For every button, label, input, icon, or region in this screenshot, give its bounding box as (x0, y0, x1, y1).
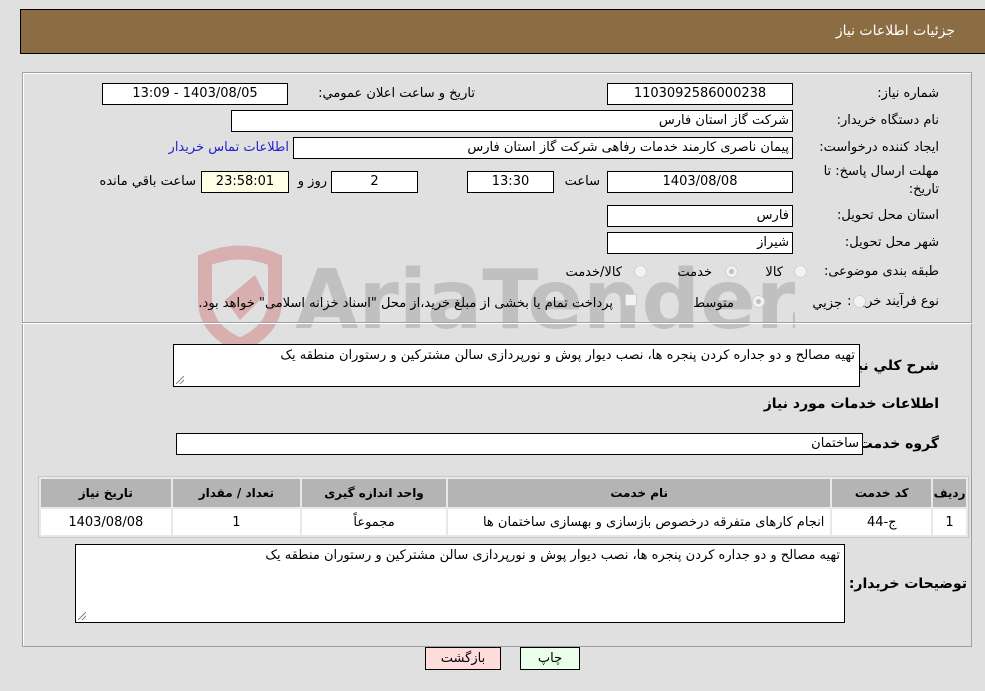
need-number-label: شماره نیاز: (877, 86, 939, 101)
category-radio-goods-service[interactable] (634, 265, 647, 278)
cell-code: ج-44 (832, 509, 932, 535)
purchase-type-radio-medium[interactable] (752, 295, 765, 308)
category-label: طبقه بندی موضوعی: (823, 264, 939, 279)
resize-grip-icon[interactable] (78, 612, 86, 620)
delivery-city-field: شیراز (607, 232, 793, 254)
services-table: ردیف کد خدمت نام خدمت واحد اندازه گیری ت… (38, 476, 969, 538)
purchase-type-option-minor: جزيي (812, 296, 842, 311)
page-title: جزئیات اطلاعات نیاز (835, 23, 955, 39)
deadline-date-field: 1403/08/08 (607, 171, 793, 193)
days-label: روز و (297, 174, 327, 189)
service-group-field: ساختمان (176, 433, 863, 455)
category-radio-service[interactable] (725, 265, 738, 278)
buyer-org-field: شرکت گاز استان فارس (231, 110, 793, 132)
delivery-city-label: شهر محل تحویل: (844, 235, 939, 250)
requester-field: پیمان ناصری کارمند خدمات رفاهی شرکت گاز … (293, 137, 793, 159)
col-date: تاریخ نیاز (41, 479, 171, 507)
table-row: 1 ج-44 انجام کارهای متفرقه درخصوص بازساز… (41, 509, 966, 535)
purchase-type-option-medium: متوسط (693, 296, 734, 311)
resize-grip-icon[interactable] (176, 376, 184, 384)
buyer-contact-link[interactable]: اطلاعات تماس خريدار (169, 140, 289, 155)
back-button[interactable]: بازگشت (425, 647, 501, 670)
cell-name: انجام کارهای متفرقه درخصوص بازسازی و بهس… (447, 509, 831, 535)
service-group-label: گروه خدمت: (853, 436, 939, 452)
need-number-field: 1103092586000238 (607, 83, 793, 105)
buyer-notes-text: تهیه مصالح و دو جداره کردن پنجره ها، نصب… (265, 548, 840, 563)
announce-datetime-field: 1403/08/05 - 13:09 (102, 83, 288, 105)
delivery-province-label: استان محل تحویل: (837, 208, 939, 223)
table-header-row: ردیف کد خدمت نام خدمت واحد اندازه گیری ت… (41, 479, 966, 507)
deadline-label-date: تاریخ: (908, 182, 939, 197)
category-option-goods: کالا (765, 265, 783, 280)
services-section-title: اطلاعات خدمات مورد نیاز (763, 396, 939, 412)
treasury-checkbox[interactable] (625, 294, 637, 306)
description-textarea[interactable]: تهیه مصالح و دو جداره کردن پنجره ها، نصب… (173, 344, 860, 387)
time-remaining-label: ساعت باقي مانده (99, 174, 196, 189)
days-remaining-field: 2 (331, 171, 418, 193)
buyer-org-label: نام دستگاه خريدار: (836, 113, 939, 128)
col-unit: واحد اندازه گیری (302, 479, 446, 507)
cell-row: 1 (933, 509, 966, 535)
cell-date: 1403/08/08 (41, 509, 171, 535)
cell-qty: 1 (172, 509, 301, 535)
announce-datetime-label: تاریخ و ساعت اعلان عمومي: (318, 86, 475, 101)
col-row: ردیف (933, 479, 966, 507)
buyer-notes-textarea[interactable]: تهیه مصالح و دو جداره کردن پنجره ها، نصب… (75, 544, 845, 623)
col-code: کد خدمت (832, 479, 932, 507)
divider (22, 322, 972, 324)
requester-label: ایجاد کننده درخواست: (819, 140, 939, 155)
deadline-label: مهلت ارسال پاسخ: تا (823, 164, 939, 179)
col-qty: تعداد / مقدار (172, 479, 301, 507)
delivery-province-field: فارس (607, 205, 793, 227)
description-text: تهیه مصالح و دو جداره کردن پنجره ها، نصب… (280, 348, 855, 363)
print-button[interactable]: چاپ (520, 647, 580, 670)
purchase-type-radio-minor[interactable] (853, 295, 866, 308)
category-option-goods-service: کالا/خدمت (565, 265, 622, 280)
buyer-notes-label: توضیحات خریدار: (848, 576, 967, 592)
deadline-time-label: ساعت (564, 174, 600, 189)
category-radio-goods[interactable] (794, 265, 807, 278)
deadline-time-field: 13:30 (467, 171, 554, 193)
cell-unit: مجموعاً (302, 509, 446, 535)
treasury-note: پرداخت تمام یا بخشی از مبلغ خرید،از محل … (198, 296, 613, 311)
time-remaining-field: 23:58:01 (201, 171, 289, 193)
category-option-service: خدمت (677, 265, 712, 280)
col-name: نام خدمت (447, 479, 831, 507)
page-header: جزئیات اطلاعات نیاز (20, 9, 985, 54)
